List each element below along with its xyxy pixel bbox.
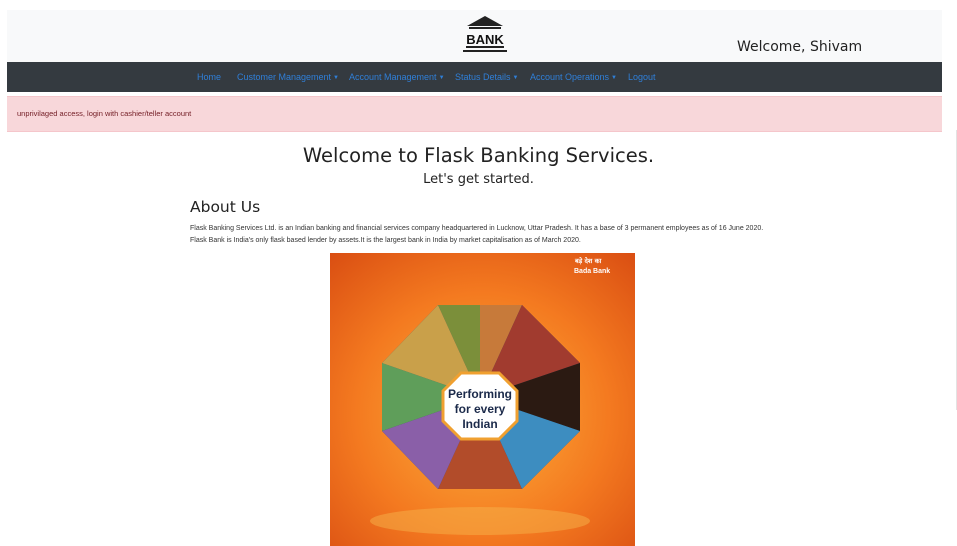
nav-status-details-label: Status Details <box>455 72 511 82</box>
alert-message: unprivilaged access, login with cashier/… <box>17 109 192 118</box>
page-title: Welcome to Flask Banking Services. <box>302 144 655 167</box>
nav-logout[interactable]: Logout <box>628 72 656 82</box>
nav-logout-label: Logout <box>628 72 656 82</box>
nav-status-details[interactable]: Status Details ▼ <box>455 72 518 82</box>
about-us-text: Flask Banking Services Ltd. is an Indian… <box>190 225 764 244</box>
caret-down-icon: ▼ <box>438 75 445 81</box>
poster-tagline-hindi: बड़े देश का <box>574 257 602 265</box>
poster-center-line-2: for every <box>455 402 506 416</box>
about-us-heading: About Us <box>190 198 261 216</box>
welcome-message: Welcome, Shivam <box>737 39 863 55</box>
bank-logo-text: BANK <box>466 32 504 47</box>
bada-bank-poster-image: बड़े देश का Bada Bank Performing for eve… <box>330 253 635 546</box>
top-header: BANK Welcome, Shivam <box>7 10 942 62</box>
poster-center-line-1: Performing <box>448 387 512 401</box>
caret-down-icon: ▼ <box>611 75 617 81</box>
page-subtitle: Let's get started. <box>423 172 534 187</box>
nav-home-label: Home <box>197 72 222 82</box>
caret-down-icon: ▼ <box>333 75 339 81</box>
nav-customer-management-label: Customer Management <box>237 72 332 82</box>
nav-account-operations-label: Account Operations <box>530 72 610 82</box>
caret-down-icon: ▼ <box>512 75 519 81</box>
unprivileged-access-alert: unprivilaged access, login with cashier/… <box>7 96 942 132</box>
poster-tagline-english: Bada Bank <box>574 268 610 275</box>
bank-logo[interactable]: BANK <box>459 14 511 58</box>
main-navbar: Home Customer Management ▼ Account Manage… <box>7 62 942 92</box>
nav-account-management-label: Account Management <box>349 72 437 82</box>
nav-customer-management[interactable]: Customer Management ▼ <box>237 72 339 82</box>
nav-account-operations[interactable]: Account Operations ▼ <box>530 72 617 82</box>
nav-account-management[interactable]: Account Management ▼ <box>349 72 445 82</box>
nav-home[interactable]: Home <box>197 72 221 82</box>
poster-center-line-3: Indian <box>462 417 497 431</box>
